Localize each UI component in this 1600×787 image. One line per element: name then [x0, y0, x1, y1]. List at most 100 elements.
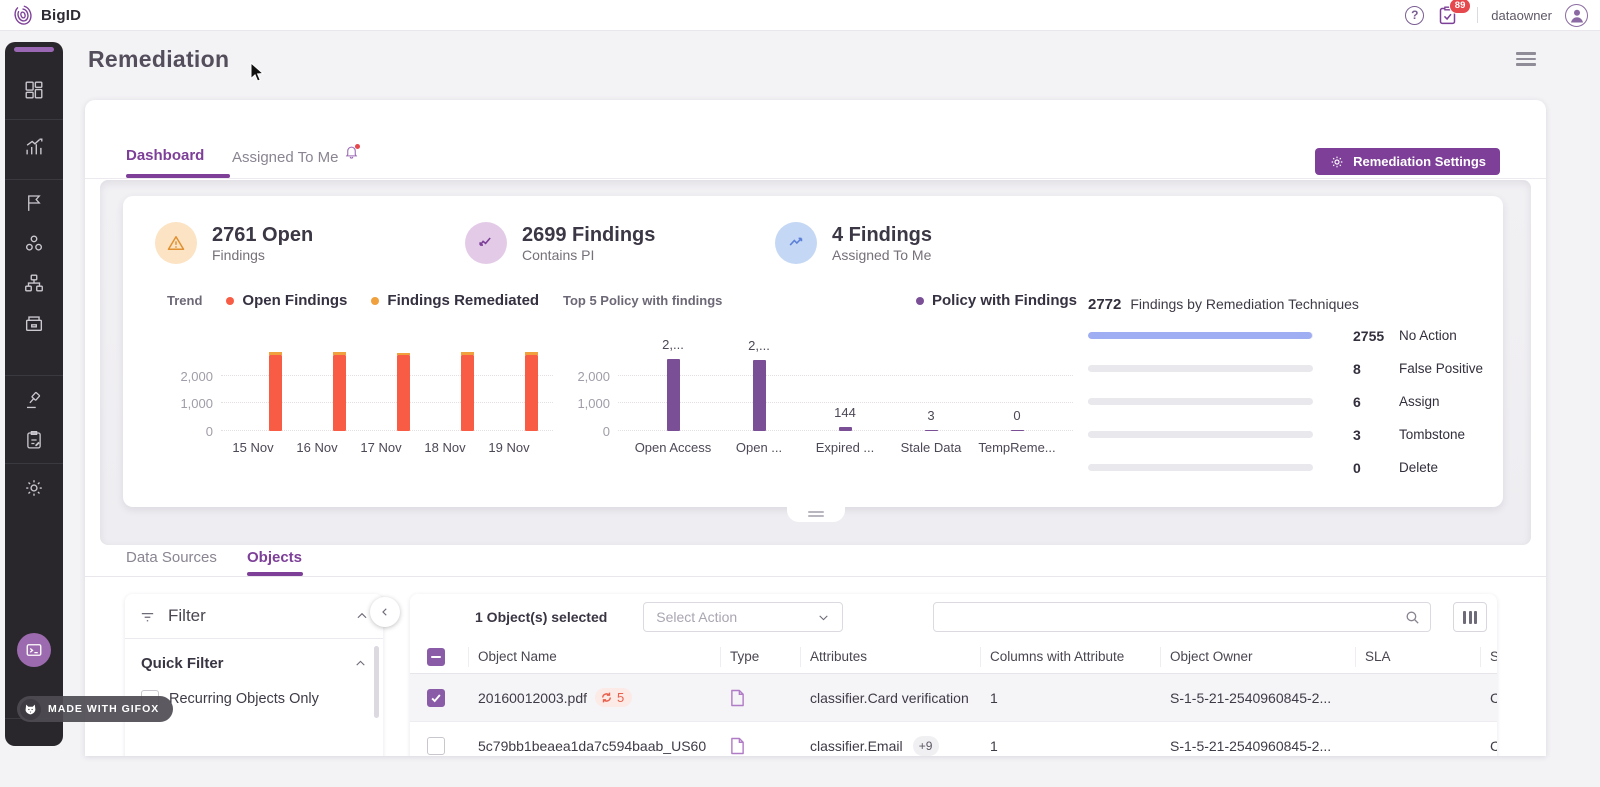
technique-bar-track: [1088, 332, 1313, 339]
tab-data-sources[interactable]: Data Sources: [126, 549, 217, 566]
topbar-divider: [1477, 7, 1478, 23]
column-settings-button[interactable]: [1453, 602, 1487, 632]
trend-bar-slot: [243, 351, 307, 431]
select-all-checkbox[interactable]: [427, 648, 445, 666]
stat-label: Assigned To Me: [832, 247, 932, 263]
object-owner-cell: S-1-5-21-2540960845-2...: [1170, 690, 1365, 706]
policy-bar-slot: 2,...: [716, 351, 802, 431]
search-icon[interactable]: [1404, 609, 1421, 626]
sidebar-divider: [5, 119, 63, 120]
tab-assigned-to-me[interactable]: Assigned To Me: [232, 147, 359, 166]
settings-button-label: Remediation Settings: [1353, 154, 1486, 169]
warning-icon: [166, 233, 186, 253]
policy-chart: Top 5 Policy with findings Policy with F…: [563, 292, 1083, 455]
chevron-up-icon[interactable]: [354, 657, 367, 670]
x-axis-tick-label: Stale Data: [888, 440, 974, 455]
status-cell: C: [1490, 690, 1497, 706]
person-icon: [1568, 6, 1586, 24]
user-avatar[interactable]: [1565, 4, 1588, 27]
trend-y-axis: 2,0001,0000: [162, 351, 213, 431]
object-name: 5c79bb1beaea1da7c594baab_US60: [478, 738, 706, 754]
settings-gear-icon: [1329, 154, 1345, 170]
technique-label: Assign: [1399, 394, 1440, 409]
recurring-icon: [600, 691, 613, 704]
search-input[interactable]: [934, 603, 1404, 631]
dashboard-panel: 2761 Open Findings 2699 Findings Contain…: [123, 196, 1503, 507]
fox-icon: [24, 703, 37, 716]
legend-label: Open Findings: [242, 292, 347, 309]
technique-row: 3Tombstone: [1088, 418, 1493, 451]
technique-count: 8: [1353, 361, 1399, 377]
trend-bar-slot: [371, 351, 435, 431]
tabs-divider: [85, 178, 1546, 179]
chevron-up-icon[interactable]: [355, 609, 369, 623]
sidebar-item-cluster[interactable]: [23, 232, 45, 254]
techniques-chart-title: Findings by Remediation Techniques: [1130, 296, 1359, 312]
tab-objects[interactable]: Objects: [247, 549, 302, 566]
objects-table-card: 1 Object(s) selected Select Action Objec…: [410, 594, 1497, 756]
select-action-dropdown[interactable]: Select Action: [643, 602, 843, 632]
active-tab-underline: [126, 174, 230, 178]
sidebar-item-policies[interactable]: [24, 193, 45, 214]
stat-circle: [465, 222, 507, 264]
remediation-settings-button[interactable]: Remediation Settings: [1315, 148, 1500, 175]
table-row[interactable]: 20160012003.pdf5 classifier.Card verifica…: [410, 674, 1497, 722]
gavel-icon: [24, 390, 45, 411]
chevron-down-icon: [817, 611, 830, 624]
sidebar-item-analytics[interactable]: [23, 136, 45, 158]
stat-open-findings: 2761 Open Findings: [155, 222, 313, 264]
columns-with-attribute-cell: 1: [990, 738, 1170, 754]
sidebar-item-governance[interactable]: [24, 390, 45, 411]
quick-filter-title: Quick Filter: [141, 655, 224, 672]
x-axis-tick-label: Open ...: [716, 440, 802, 455]
sidebar-divider: [5, 375, 63, 376]
filter-panel: Filter Quick Filter Recurring Objects On…: [125, 594, 383, 756]
sidebar-item-catalog[interactable]: [23, 312, 45, 334]
page-title: Remediation: [88, 46, 229, 73]
column-header-columns-with-attribute: Columns with Attribute: [990, 649, 1170, 664]
x-axis-tick-label: 19 Nov: [477, 440, 541, 455]
object-name-cell: 20160012003.pdf5: [478, 688, 730, 707]
bar-value-label: 3: [888, 408, 974, 423]
object-owner-cell: S-1-5-21-2540960845-2...: [1170, 738, 1365, 754]
columns-with-attribute-cell: 1: [990, 690, 1170, 706]
sidebar-brand-bar: [14, 47, 54, 52]
help-icon[interactable]: ?: [1405, 6, 1424, 25]
policy-bar: [753, 360, 766, 431]
menu-icon[interactable]: [1516, 52, 1536, 69]
trend-x-axis: 15 Nov16 Nov17 Nov18 Nov19 Nov: [140, 440, 570, 455]
tasks-button[interactable]: 89: [1437, 5, 1458, 26]
tab-dashboard[interactable]: Dashboard: [126, 147, 204, 164]
sidebar-item-hierarchy[interactable]: [23, 272, 45, 294]
stat-value: 4 Findings: [832, 224, 932, 247]
collapse-filter-button[interactable]: [370, 597, 400, 627]
object-name: 20160012003.pdf: [478, 690, 587, 706]
row-checkbox[interactable]: [427, 737, 445, 755]
hierarchy-icon: [23, 272, 45, 294]
technique-count: 3: [1353, 427, 1399, 443]
stacked-bar: [397, 353, 410, 431]
terminal-icon: [25, 641, 43, 659]
table-row[interactable]: 5c79bb1beaea1da7c594baab_US60classifier.…: [410, 722, 1497, 756]
panel-drag-handle[interactable]: [787, 506, 845, 522]
policy-y-axis: 2,0001,0000: [563, 351, 610, 431]
row-checkbox[interactable]: [427, 689, 445, 707]
attribute-name: classifier.Card verification: [810, 690, 969, 706]
stat-circle: [155, 222, 197, 264]
sidebar-item-dashboard[interactable]: [23, 79, 45, 101]
column-header-sla: SLA: [1365, 649, 1490, 664]
brand-logo[interactable]: BigID: [12, 4, 81, 26]
technique-bar-track: [1088, 431, 1313, 438]
object-name-cell: 5c79bb1beaea1da7c594baab_US60: [478, 738, 730, 754]
trend-up-icon: [786, 233, 806, 253]
policy-bar: [925, 430, 938, 432]
sidebar-nav: [5, 42, 63, 746]
technique-row: 6Assign: [1088, 385, 1493, 418]
sidebar-item-reports[interactable]: [24, 430, 45, 451]
bar-value-label: 2,...: [630, 337, 716, 352]
username-label: dataowner: [1491, 8, 1552, 23]
sidebar-item-console[interactable]: [17, 633, 51, 667]
filter-scrollbar[interactable]: [374, 646, 379, 718]
technique-row: 2755No Action: [1088, 319, 1493, 352]
sidebar-item-settings[interactable]: [23, 477, 45, 499]
